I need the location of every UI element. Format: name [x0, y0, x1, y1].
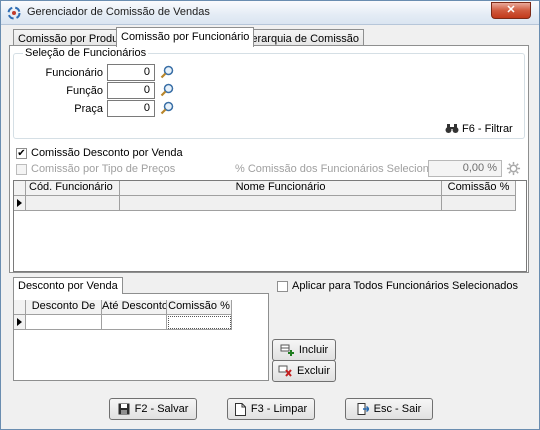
- include-label: Incluir: [298, 344, 329, 356]
- save-button[interactable]: F2 - Salvar: [109, 398, 197, 420]
- delete-row-icon: [278, 365, 292, 377]
- main-window: Gerenciador de Comissão de Vendas ✕ Comi…: [0, 0, 540, 430]
- exclude-label: Excluir: [296, 365, 330, 377]
- exit-button[interactable]: Esc - Sair: [345, 398, 433, 420]
- col-nome-funcionario[interactable]: Nome Funcionário: [120, 181, 442, 196]
- praca-label: Praça: [74, 103, 103, 115]
- desconto-checkbox[interactable]: ✔: [16, 148, 27, 159]
- col-comissao[interactable]: Comissão %: [167, 300, 232, 315]
- row-indicator: [14, 315, 26, 330]
- tipo-precos-checkbox[interactable]: [16, 164, 27, 175]
- funcao-input[interactable]: 0: [107, 82, 155, 99]
- exit-icon: [357, 403, 369, 416]
- pct-label: % Comissão dos Funcionários Selecionados…: [235, 163, 456, 175]
- binoculars-icon: [445, 124, 459, 133]
- include-button[interactable]: Incluir: [272, 339, 336, 361]
- clear-label: F3 - Limpar: [250, 403, 308, 415]
- funcionarios-grid[interactable]: Cód. Funcionário Nome Funcionário Comiss…: [13, 180, 527, 272]
- praca-input[interactable]: 0: [107, 100, 155, 117]
- funcionario-input[interactable]: 0: [107, 64, 155, 81]
- desconto-grid[interactable]: Desconto De Até Desconto Comissão %: [14, 300, 232, 380]
- grid-cell[interactable]: [102, 315, 167, 330]
- col-cod-funcionario[interactable]: Cód. Funcionário: [26, 181, 120, 196]
- close-button[interactable]: ✕: [491, 2, 531, 19]
- exit-label: Esc - Sair: [373, 403, 422, 415]
- tab-desconto-venda[interactable]: Desconto por Venda: [13, 277, 123, 294]
- funcionario-label: Funcionário: [45, 67, 103, 79]
- exclude-button[interactable]: Excluir: [272, 360, 336, 382]
- row-indicator: [14, 196, 26, 211]
- grid-cell[interactable]: [26, 315, 102, 330]
- gear-icon[interactable]: [506, 161, 521, 176]
- apply-all-label: Aplicar para Todos Funcionários Selecion…: [292, 280, 519, 292]
- filter-label: F6 - Filtrar: [462, 123, 513, 135]
- filter-button[interactable]: F6 - Filtrar: [445, 123, 513, 135]
- selection-legend: Seleção de Funcionários: [23, 47, 149, 59]
- pct-input[interactable]: 0,00 %: [428, 160, 502, 177]
- clear-button[interactable]: F3 - Limpar: [227, 398, 315, 420]
- grid-cell-focused[interactable]: [167, 315, 232, 330]
- grid-cell[interactable]: [120, 196, 442, 211]
- floppy-disk-icon: [118, 403, 130, 415]
- grid-corner: [14, 181, 26, 196]
- add-row-icon: [280, 344, 294, 357]
- grid-cell[interactable]: [26, 196, 120, 211]
- col-ate-desconto[interactable]: Até Desconto: [102, 300, 167, 315]
- title-bar: Gerenciador de Comissão de Vendas ✕: [1, 1, 539, 25]
- tab-comissao-funcionario[interactable]: Comissão por Funcionário: [116, 27, 255, 47]
- apply-all-checkbox[interactable]: [277, 281, 288, 292]
- app-icon: [7, 6, 21, 20]
- window-title: Gerenciador de Comissão de Vendas: [27, 6, 210, 18]
- search-icon[interactable]: [160, 101, 174, 115]
- funcao-label: Função: [66, 85, 103, 97]
- save-label: F2 - Salvar: [134, 403, 189, 415]
- desconto-checkbox-label: Comissão Desconto por Venda: [31, 147, 183, 159]
- grid-cell[interactable]: [442, 196, 516, 211]
- search-icon[interactable]: [160, 65, 174, 79]
- blank-page-icon: [234, 402, 246, 416]
- tipo-precos-label: Comissão por Tipo de Preços: [31, 163, 176, 175]
- col-comissao[interactable]: Comissão %: [442, 181, 516, 196]
- col-desconto-de[interactable]: Desconto De: [26, 300, 102, 315]
- search-icon[interactable]: [160, 83, 174, 97]
- grid-corner: [14, 300, 26, 315]
